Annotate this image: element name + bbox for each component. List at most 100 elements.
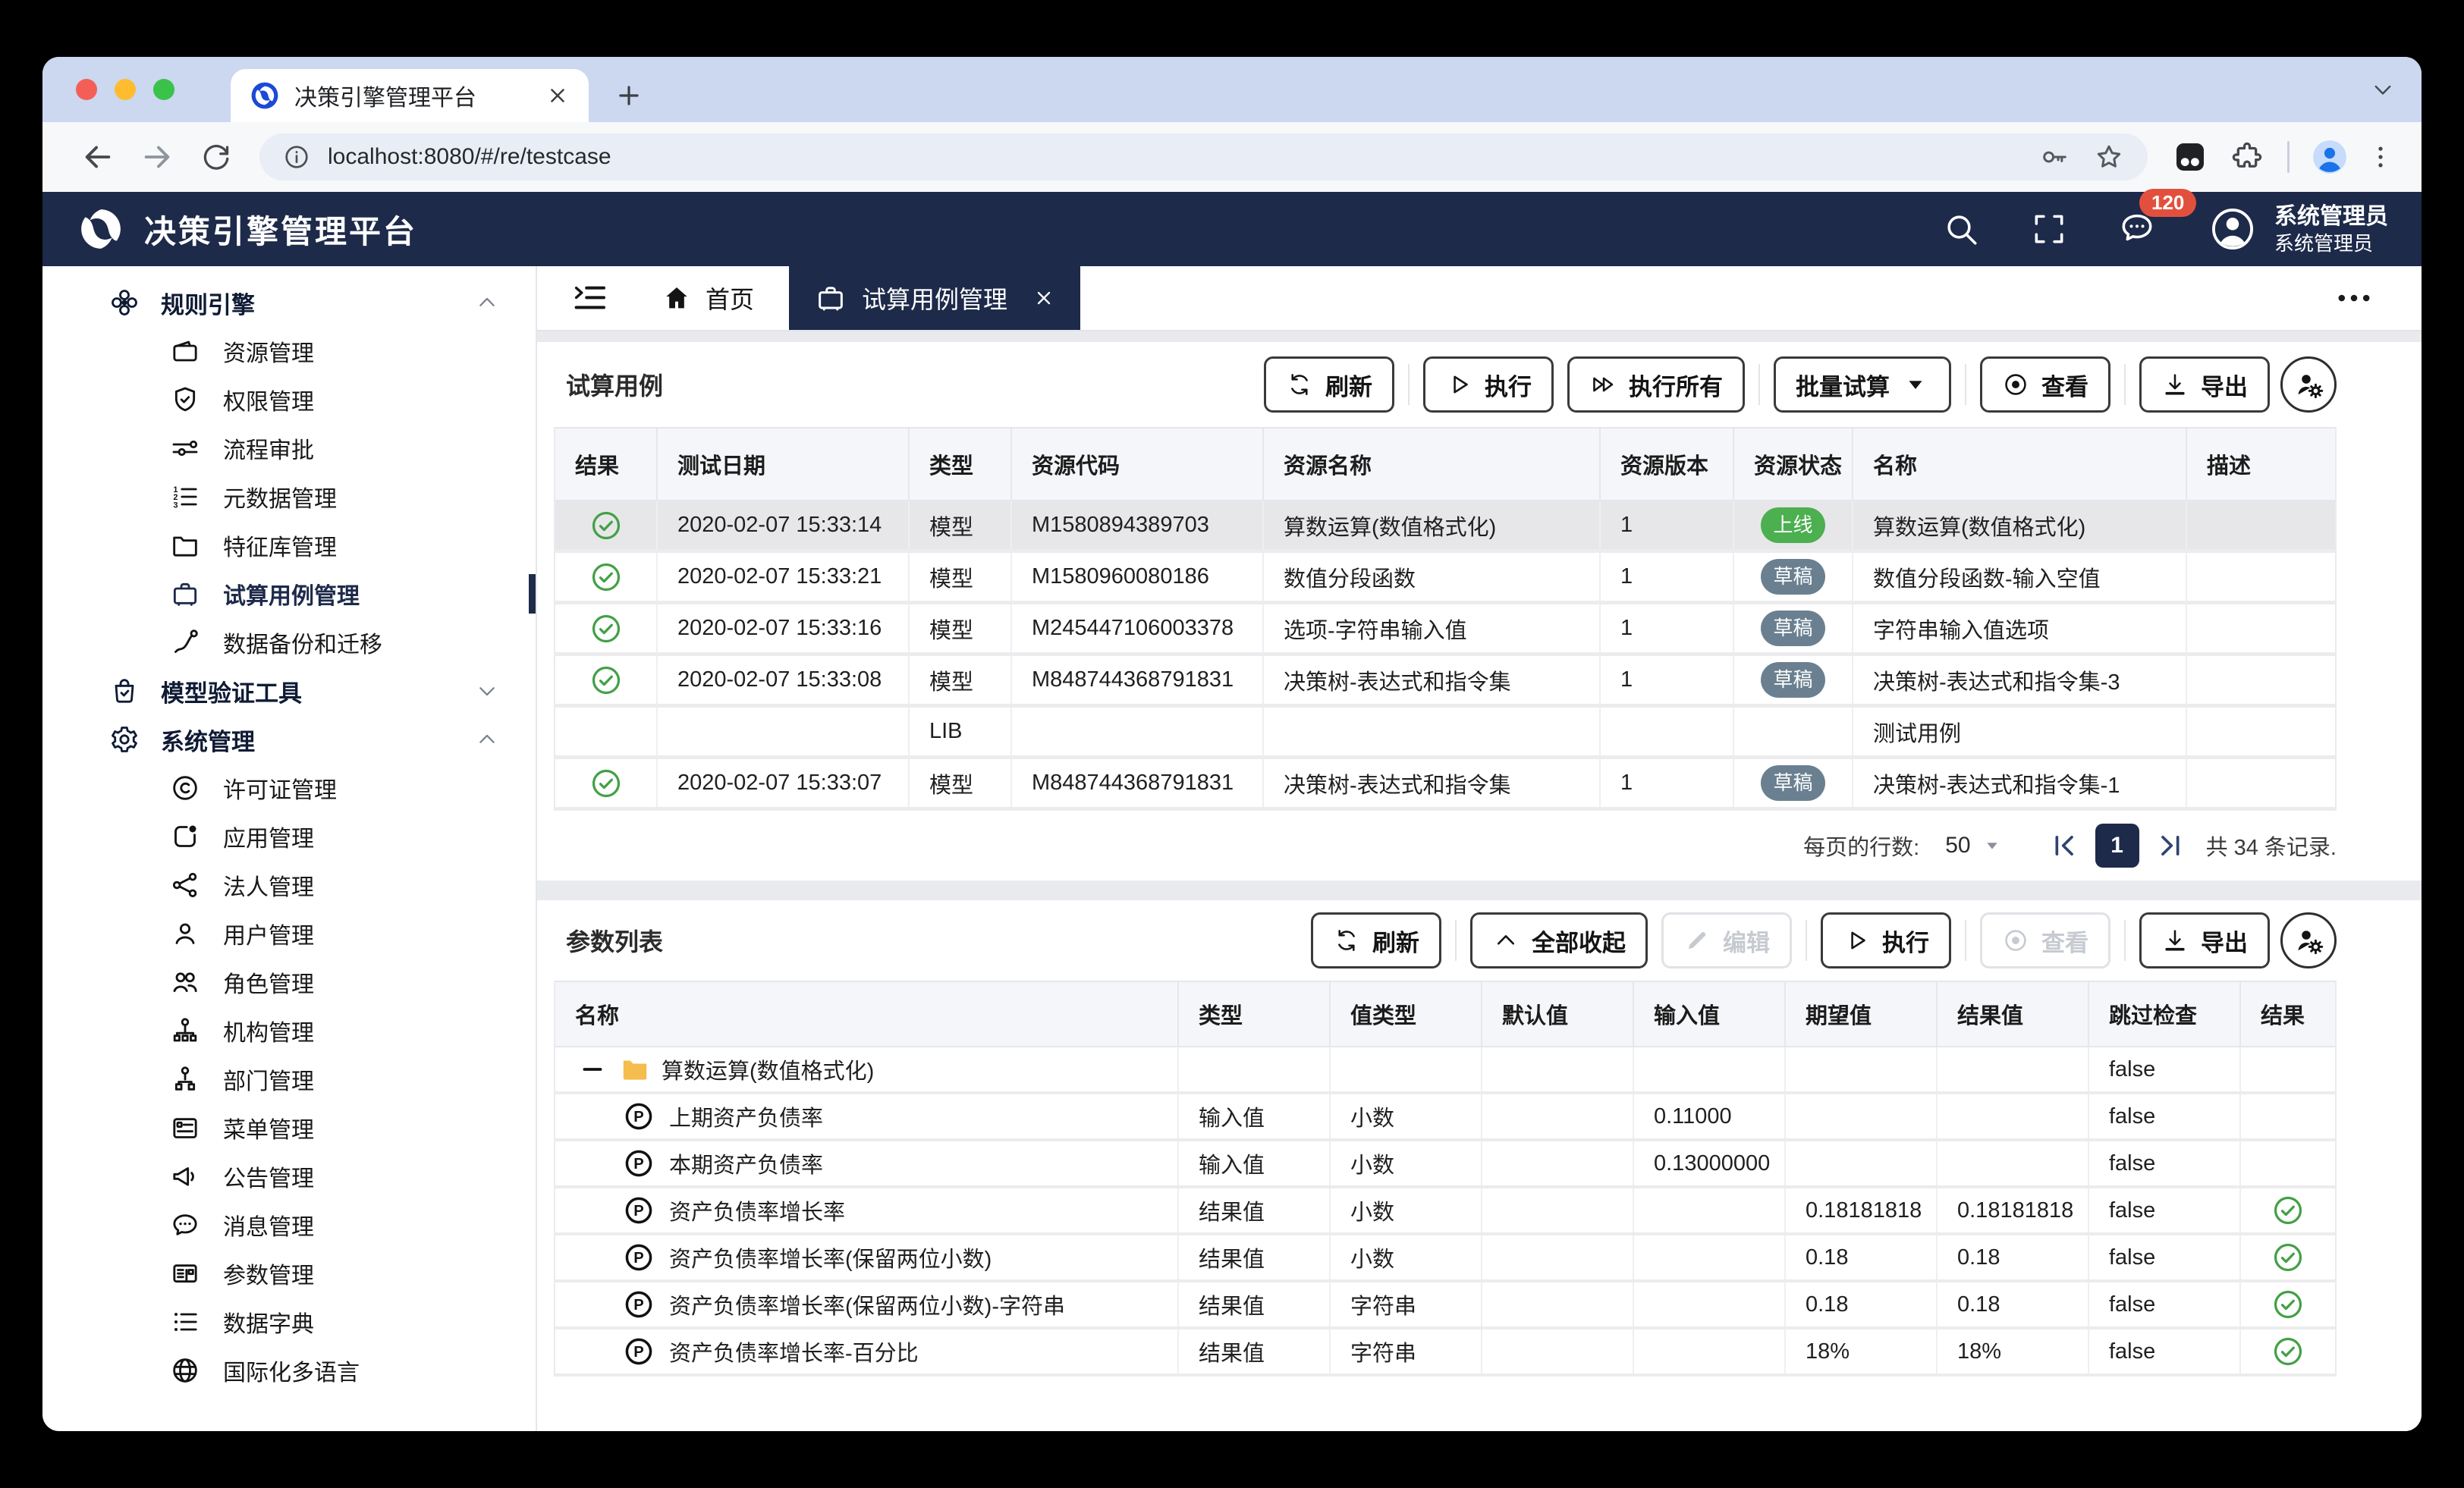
param-row[interactable]: P上期资产负债率输入值小数0.11000false — [555, 1094, 2335, 1141]
password-key-icon[interactable] — [2038, 141, 2070, 173]
site-info-icon[interactable] — [282, 143, 311, 171]
param-row[interactable]: P资产负债率增长率结果值小数0.181818180.18181818false — [555, 1188, 2335, 1235]
testcase-toolbar: 刷新执行执行所有批量试算查看导出 — [1250, 356, 2337, 413]
default-value-cell — [1482, 1282, 1634, 1326]
sidebar-item[interactable]: 消息管理 — [42, 1201, 536, 1249]
param-row[interactable]: P资产负债率增长率(保留两位小数)结果值小数0.180.18false — [555, 1235, 2335, 1282]
sidebar-item[interactable]: 数据字典 — [42, 1298, 536, 1346]
column-settings-button[interactable] — [2280, 356, 2337, 413]
sidebar-item[interactable]: 部门管理 — [42, 1055, 536, 1103]
table-row[interactable]: LIB测试用例 — [555, 708, 2335, 759]
sidebar-item[interactable]: 参数管理 — [42, 1249, 536, 1298]
first-page-icon[interactable] — [2048, 830, 2079, 861]
back-button[interactable] — [80, 140, 115, 174]
tab-close-x-icon[interactable] — [1033, 287, 1054, 309]
browser-menu-icon[interactable] — [2365, 142, 2396, 172]
date-cell: 2020-02-07 15:33:16 — [658, 604, 910, 652]
search-icon[interactable] — [1942, 210, 1980, 248]
user-info[interactable]: 系统管理员 系统管理员 — [2274, 202, 2388, 257]
globe-icon — [170, 1355, 200, 1386]
browser-profile-avatar[interactable] — [2311, 138, 2349, 176]
value-type-cell — [1331, 1047, 1482, 1091]
fullscreen-icon[interactable] — [2030, 210, 2068, 248]
button-执行[interactable]: 执行 — [1821, 912, 1951, 968]
sidebar-item[interactable]: 公告管理 — [42, 1152, 536, 1201]
param-row[interactable]: P资产负债率增长率-百分比结果值字符串18%18%false — [555, 1329, 2335, 1377]
sidebar-item[interactable]: 菜单管理 — [42, 1103, 536, 1152]
button-全部收起[interactable]: 全部收起 — [1470, 912, 1648, 968]
sidebar-item[interactable]: 123元数据管理 — [42, 472, 536, 521]
tab-testcase-active[interactable]: 试算用例管理 — [789, 266, 1080, 330]
button-批量试算[interactable]: 批量试算 — [1774, 356, 1951, 413]
collapse-sidebar-icon[interactable] — [572, 280, 608, 316]
window-minimize-button[interactable] — [115, 79, 136, 100]
more-options-icon[interactable] — [2334, 278, 2374, 319]
param-row[interactable]: P资产负债率增长率(保留两位小数)-字符串结果值字符串0.180.18false — [555, 1282, 2335, 1329]
button-刷新[interactable]: 刷新 — [1311, 912, 1441, 968]
sidebar-item[interactable]: 应用管理 — [42, 812, 536, 861]
column-settings-button[interactable] — [2280, 912, 2337, 968]
forward-button[interactable] — [140, 140, 174, 174]
table-row[interactable]: 2020-02-07 15:33:08模型M848744368791831决策树… — [555, 656, 2335, 708]
chevron-up-icon — [1492, 927, 1520, 954]
button-执行[interactable]: 执行 — [1423, 356, 1554, 413]
new-tab-button[interactable] — [614, 81, 643, 110]
table-row[interactable]: 2020-02-07 15:33:21模型M1580960080186数值分段函… — [555, 553, 2335, 604]
sidebar-item[interactable]: 国际化多语言 — [42, 1346, 536, 1395]
last-page-icon[interactable] — [2156, 830, 2186, 861]
sidebar-item[interactable]: 流程审批 — [42, 424, 536, 472]
browser-tab[interactable]: 决策引擎管理平台 — [231, 69, 589, 122]
window-close-button[interactable] — [76, 79, 97, 100]
chevron-down-icon[interactable] — [475, 679, 499, 703]
check-circle-icon — [589, 766, 624, 801]
sidebar-item[interactable]: 法人管理 — [42, 861, 536, 909]
rows-per-page-caret-icon[interactable] — [1982, 835, 2003, 856]
column-header: 名称 — [555, 982, 1179, 1046]
table-row[interactable]: 2020-02-07 15:33:14模型M1580894389703算数运算(… — [555, 501, 2335, 553]
sidebar-item[interactable]: 用户管理 — [42, 909, 536, 958]
sidebar-item[interactable]: 数据备份和迁移 — [42, 618, 536, 667]
sidebar-item[interactable]: 机构管理 — [42, 1006, 536, 1055]
param-row[interactable]: 算数运算(数值格式化)false — [555, 1047, 2335, 1094]
sidebar-item-active[interactable]: 试算用例管理 — [42, 570, 536, 618]
button-刷新[interactable]: 刷新 — [1264, 356, 1394, 413]
reload-button[interactable] — [199, 140, 234, 174]
extensions-puzzle-icon[interactable] — [2230, 140, 2264, 174]
button-查看[interactable]: 查看 — [1980, 356, 2110, 413]
current-page-button[interactable]: 1 — [2095, 824, 2139, 868]
sidebar-item[interactable]: 角色管理 — [42, 958, 536, 1006]
chevron-up-icon[interactable] — [475, 727, 499, 752]
tab-home[interactable]: 首页 — [662, 281, 754, 315]
sidebar-section[interactable]: 模型验证工具 — [42, 667, 536, 715]
rows-per-page-value[interactable]: 50 — [1945, 833, 1970, 859]
sidebar-item[interactable]: 权限管理 — [42, 375, 536, 424]
collapse-minus-icon[interactable] — [580, 1056, 605, 1082]
check-circle-icon — [589, 560, 624, 595]
table-row[interactable]: 2020-02-07 15:33:07模型M848744368791831决策树… — [555, 759, 2335, 811]
sidebar-section[interactable]: 系统管理 — [42, 715, 536, 764]
check-circle-icon — [589, 508, 624, 543]
button-导出[interactable]: 导出 — [2139, 356, 2270, 413]
sidebar-item[interactable]: 资源管理 — [42, 327, 536, 375]
sidebar-item[interactable]: 许可证管理 — [42, 764, 536, 812]
button-编辑[interactable]: 编辑 — [1661, 912, 1792, 968]
param-row[interactable]: P本期资产负债率输入值小数0.13000000false — [555, 1141, 2335, 1188]
tabstrip-chevron-icon[interactable] — [2370, 77, 2396, 102]
chevron-up-icon[interactable] — [475, 290, 499, 315]
button-查看[interactable]: 查看 — [1980, 912, 2110, 968]
address-bar[interactable]: localhost:8080/#/re/testcase — [259, 133, 2148, 181]
param-name: 算数运算(数值格式化) — [662, 1053, 874, 1085]
sidebar-section[interactable]: 规则引擎 — [42, 278, 536, 327]
tab-close-icon[interactable] — [546, 84, 569, 107]
table-row[interactable]: 2020-02-07 15:33:16模型M245447106003378选项-… — [555, 604, 2335, 656]
button-导出[interactable]: 导出 — [2139, 912, 2270, 968]
param-name-cell: P本期资产负债率 — [555, 1141, 1179, 1185]
window-zoom-button[interactable] — [153, 79, 174, 100]
sidebar-item[interactable]: 特征库管理 — [42, 521, 536, 570]
user-avatar[interactable] — [2209, 206, 2256, 253]
bookmark-star-icon[interactable] — [2093, 141, 2125, 173]
extension-tile-icon[interactable] — [2172, 139, 2208, 175]
messages-button[interactable]: 120 — [2118, 209, 2156, 250]
button-执行所有[interactable]: 执行所有 — [1567, 356, 1745, 413]
play-icon — [1843, 927, 1870, 954]
